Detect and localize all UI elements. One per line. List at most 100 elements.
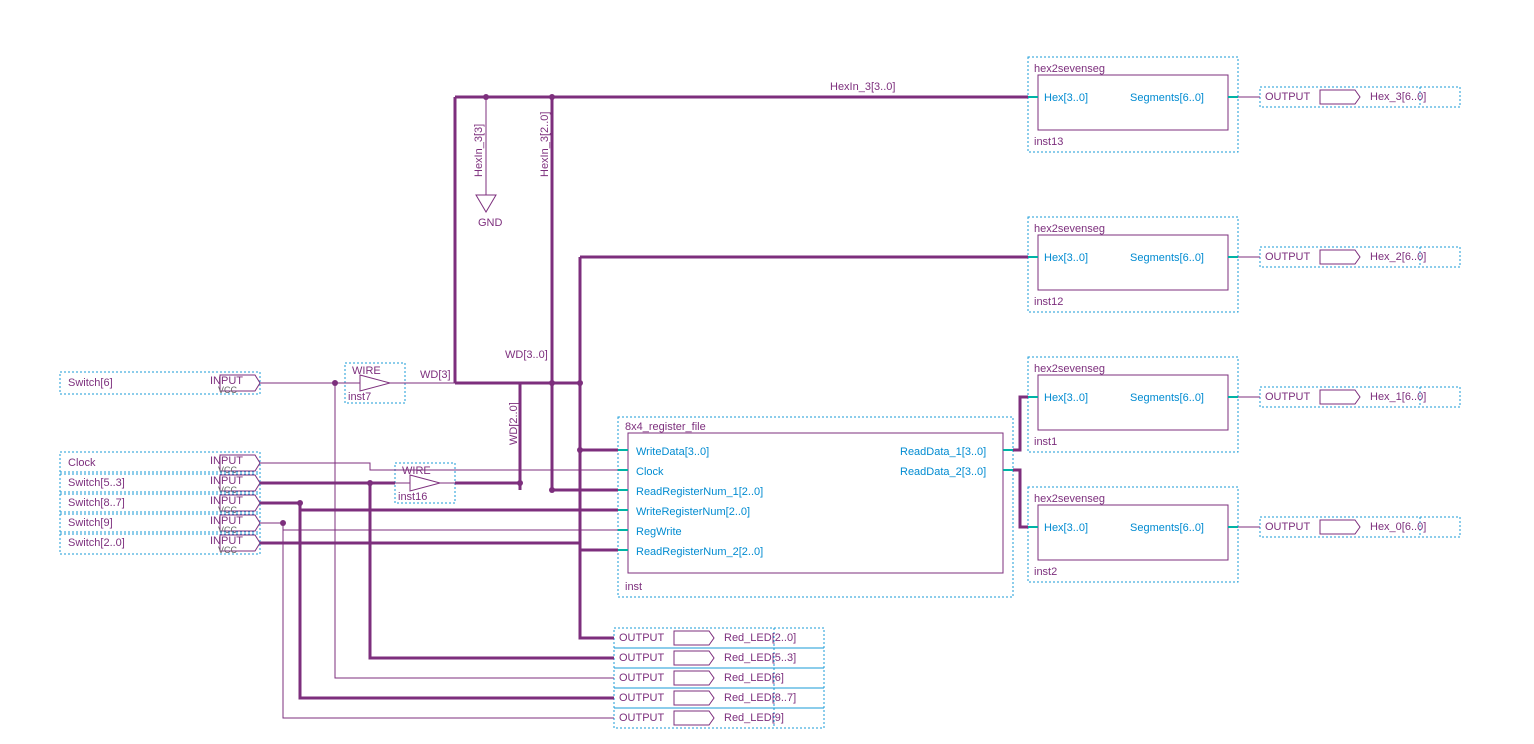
svg-text:Hex_2[6..0]: Hex_2[6..0] <box>1370 251 1426 263</box>
output-led1: OUTPUT Red_LED[5..3] <box>614 648 824 668</box>
svg-text:OUTPUT: OUTPUT <box>1265 521 1311 533</box>
svg-text:Hex[3..0]: Hex[3..0] <box>1044 252 1088 264</box>
svg-text:Switch[9]: Switch[9] <box>68 517 113 529</box>
svg-text:hex2sevenseg: hex2sevenseg <box>1034 363 1105 375</box>
hexseg-inst2: hex2sevenseg Hex[3..0] Segments[6..0] in… <box>1028 487 1238 582</box>
svg-text:inst16: inst16 <box>398 491 427 503</box>
svg-text:inst7: inst7 <box>348 391 371 403</box>
svg-text:VCC: VCC <box>218 465 238 475</box>
rf-in-1: Clock <box>618 466 664 478</box>
svg-text:OUTPUT: OUTPUT <box>619 652 665 664</box>
svg-text:inst12: inst12 <box>1034 296 1063 308</box>
svg-text:Segments[6..0]: Segments[6..0] <box>1130 522 1204 534</box>
svg-text:inst13: inst13 <box>1034 136 1063 148</box>
svg-text:VCC: VCC <box>218 545 238 555</box>
wire-clock <box>260 463 618 470</box>
svg-text:VCC: VCC <box>218 485 238 495</box>
svg-text:inst2: inst2 <box>1034 566 1057 578</box>
svg-text:Red_LED[6]: Red_LED[6] <box>724 672 784 684</box>
wire-regwrite <box>260 523 618 530</box>
svg-text:WIRE: WIRE <box>402 465 431 477</box>
hexseg-inst13: hex2sevenseg Hex[3..0] Segments[6..0] in… <box>1028 57 1238 152</box>
net-wd3: WD[3] <box>420 369 451 381</box>
svg-text:Red_LED[2..0]: Red_LED[2..0] <box>724 632 796 644</box>
svg-text:OUTPUT: OUTPUT <box>1265 251 1311 263</box>
svg-text:WIRE: WIRE <box>352 365 381 377</box>
svg-text:Segments[6..0]: Segments[6..0] <box>1130 252 1204 264</box>
svg-text:Hex[3..0]: Hex[3..0] <box>1044 392 1088 404</box>
svg-text:Hex[3..0]: Hex[3..0] <box>1044 92 1088 104</box>
svg-text:Hex_3[6..0]: Hex_3[6..0] <box>1370 91 1426 103</box>
bus-wrn <box>260 503 618 510</box>
svg-text:Segments[6..0]: Segments[6..0] <box>1130 92 1204 104</box>
wire-block-inst16: WIRE inst16 <box>395 463 455 503</box>
wire-led4 <box>283 530 614 718</box>
svg-text:inst: inst <box>625 581 642 593</box>
svg-text:OUTPUT: OUTPUT <box>1265 91 1311 103</box>
svg-text:VCC: VCC <box>218 505 238 515</box>
svg-text:VCC: VCC <box>218 525 238 535</box>
svg-text:Switch[5..3]: Switch[5..3] <box>68 477 125 489</box>
svg-text:GND: GND <box>478 217 503 229</box>
output-hex0: OUTPUT Hex_0[6..0] <box>1260 517 1460 537</box>
output-led3: OUTPUT Red_LED[8..7] <box>614 688 824 708</box>
bus-rd1 <box>1013 397 1028 450</box>
svg-text:WriteData[3..0]: WriteData[3..0] <box>636 446 709 458</box>
output-led0: OUTPUT Red_LED[2..0] <box>614 628 824 648</box>
gnd-symbol: GND <box>476 180 503 229</box>
svg-text:hex2sevenseg: hex2sevenseg <box>1034 223 1105 235</box>
svg-text:Switch[8..7]: Switch[8..7] <box>68 497 125 509</box>
output-hex3: OUTPUT Hex_3[6..0] <box>1260 87 1460 107</box>
svg-text:WriteRegisterNum[2..0]: WriteRegisterNum[2..0] <box>636 506 750 518</box>
rf-in-5: ReadRegisterNum_2[2..0] <box>618 546 763 558</box>
svg-text:Switch[2..0]: Switch[2..0] <box>68 537 125 549</box>
svg-text:Hex[3..0]: Hex[3..0] <box>1044 522 1088 534</box>
svg-text:ReadRegisterNum_1[2..0]: ReadRegisterNum_1[2..0] <box>636 486 763 498</box>
svg-text:Red_LED[8..7]: Red_LED[8..7] <box>724 692 796 704</box>
output-hex1: OUTPUT Hex_1[6..0] <box>1260 387 1460 407</box>
output-hex2: OUTPUT Hex_2[6..0] <box>1260 247 1460 267</box>
svg-text:ReadData_2[3..0]: ReadData_2[3..0] <box>900 466 986 478</box>
rf-in-3: WriteRegisterNum[2..0] <box>618 506 750 518</box>
output-led2: OUTPUT Red_LED[6] <box>614 668 824 688</box>
svg-text:RegWrite: RegWrite <box>636 526 682 538</box>
svg-text:VCC: VCC <box>218 385 238 395</box>
svg-text:Segments[6..0]: Segments[6..0] <box>1130 392 1204 404</box>
hexseg-inst1: hex2sevenseg Hex[3..0] Segments[6..0] in… <box>1028 357 1238 452</box>
svg-text:hex2sevenseg: hex2sevenseg <box>1034 493 1105 505</box>
hexseg-inst12: hex2sevenseg Hex[3..0] Segments[6..0] in… <box>1028 217 1238 312</box>
net-hexin3-20: HexIn_3[2..0] <box>539 112 551 177</box>
svg-text:OUTPUT: OUTPUT <box>619 632 665 644</box>
svg-text:inst1: inst1 <box>1034 436 1057 448</box>
bus-rrn2 <box>260 543 618 550</box>
bus-rd2 <box>1013 470 1028 527</box>
wire-block-inst7: WIRE inst7 <box>345 363 405 403</box>
net-wd30: WD[3..0] <box>505 349 548 361</box>
svg-text:Clock: Clock <box>68 457 96 469</box>
svg-text:OUTPUT: OUTPUT <box>1265 391 1311 403</box>
svg-text:Red_LED[5..3]: Red_LED[5..3] <box>724 652 796 664</box>
output-led4: OUTPUT Red_LED[9] <box>614 708 824 728</box>
schematic-canvas: Switch[6] INPUT VCC Clock INPUT VCC Swit… <box>0 0 1534 744</box>
svg-text:OUTPUT: OUTPUT <box>619 712 665 724</box>
input-switch6: Switch[6] INPUT VCC <box>60 372 260 395</box>
svg-text:Red_LED[9]: Red_LED[9] <box>724 712 784 724</box>
rf-in-2: ReadRegisterNum_1[2..0] <box>618 486 763 498</box>
net-hexin3-30: HexIn_3[3..0] <box>830 81 895 93</box>
svg-text:Hex_1[6..0]: Hex_1[6..0] <box>1370 391 1426 403</box>
bus-led3 <box>300 510 614 698</box>
label: Switch[6] <box>68 377 113 389</box>
net-hexin3-3: HexIn_3[3] <box>473 124 485 177</box>
svg-text:Clock: Clock <box>636 466 664 478</box>
bus-led0 <box>580 550 614 638</box>
register-file-block: 8x4_register_file inst WriteData[3..0] C… <box>618 417 1013 597</box>
svg-text:OUTPUT: OUTPUT <box>619 672 665 684</box>
input-switch20: Switch[2..0] INPUT VCC <box>60 532 260 555</box>
svg-text:ReadData_1[3..0]: ReadData_1[3..0] <box>900 446 986 458</box>
svg-text:ReadRegisterNum_2[2..0]: ReadRegisterNum_2[2..0] <box>636 546 763 558</box>
svg-text:OUTPUT: OUTPUT <box>619 692 665 704</box>
net-wd20: WD[2..0] <box>508 402 520 445</box>
svg-text:hex2sevenseg: hex2sevenseg <box>1034 63 1105 75</box>
svg-text:Hex_0[6..0]: Hex_0[6..0] <box>1370 521 1426 533</box>
svg-text:8x4_register_file: 8x4_register_file <box>625 421 706 433</box>
